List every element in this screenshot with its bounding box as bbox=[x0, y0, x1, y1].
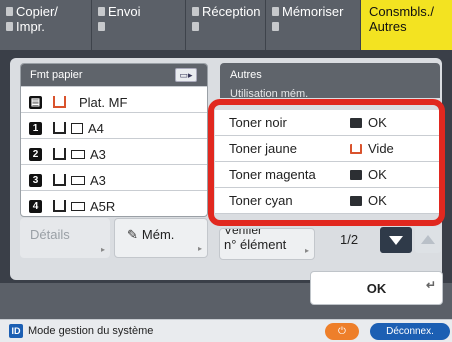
details-label: Détails bbox=[30, 227, 70, 242]
tray-icon bbox=[53, 174, 66, 186]
logout-label: Déconnex. bbox=[386, 326, 434, 337]
paper-format-title: Fmt papier bbox=[30, 69, 83, 81]
tab-indicator bbox=[192, 7, 199, 16]
tab-label: Autres bbox=[369, 19, 407, 34]
tab-indicator bbox=[272, 7, 279, 16]
tab-label: Impr. bbox=[16, 19, 45, 34]
memory-usage-label: Utilisation mém. bbox=[230, 88, 309, 98]
pen-icon: ✎ bbox=[127, 227, 138, 242]
tab-indicator bbox=[6, 22, 13, 31]
tab-label: Envoi bbox=[108, 4, 141, 19]
details-button[interactable]: Détails ▸ bbox=[20, 218, 110, 258]
tray-icon bbox=[53, 148, 66, 160]
status-bar: ID Mode gestion du système ⏻ Déconnex. bbox=[0, 319, 452, 342]
corner-arrow-icon: ▸ bbox=[304, 246, 309, 255]
paper-row-tray-1[interactable]: 1 A4 bbox=[21, 112, 207, 138]
portrait-sheet-icon bbox=[71, 122, 83, 134]
verify-label-top: Vérifier bbox=[224, 228, 263, 237]
paper-format-panel: Fmt papier ▭▸ ▤ Plat. MF 1 A4 2 A3 3 A3 … bbox=[20, 63, 208, 217]
corner-arrow-icon: ▸ bbox=[197, 244, 202, 253]
tray-icon bbox=[53, 200, 66, 212]
tray-bypass-icon: ▤ bbox=[29, 95, 42, 109]
corner-arrow-icon: ▸ bbox=[100, 245, 105, 254]
paper-size: A4 bbox=[88, 120, 104, 136]
tab-indicator bbox=[6, 7, 13, 16]
tab-indicator bbox=[98, 22, 105, 31]
paper-format-header: Fmt papier ▭▸ bbox=[21, 64, 207, 86]
others-title: Autres bbox=[230, 69, 262, 81]
verify-item-button[interactable]: Vérifier n° élément ▸ bbox=[219, 228, 315, 260]
tab-indicator bbox=[98, 7, 105, 16]
paper-row-tray-2[interactable]: 2 A3 bbox=[21, 138, 207, 164]
tray-number: 3 bbox=[29, 173, 42, 187]
empty-tray-icon bbox=[53, 96, 66, 108]
landscape-sheet-icon bbox=[71, 201, 85, 211]
toner-highlight-frame bbox=[208, 99, 445, 226]
function-tab-bar: Copier/ Impr. Envoi Réception Mémoriser … bbox=[0, 0, 452, 50]
paper-row-tray-4[interactable]: 4 A5R bbox=[21, 190, 207, 216]
paper-size: A3 bbox=[90, 146, 106, 162]
page-down-button[interactable] bbox=[380, 227, 412, 253]
return-icon: ↵ bbox=[425, 278, 436, 292]
tab-label: Copier/ bbox=[16, 4, 58, 19]
system-mode-label: Mode gestion du système bbox=[28, 325, 154, 337]
memory-button[interactable]: ✎ Mém. ▸ bbox=[114, 218, 208, 258]
landscape-sheet-icon bbox=[71, 149, 85, 159]
tab-consumables-other[interactable]: Consmbls./ Autres bbox=[361, 0, 452, 50]
tab-label: Réception bbox=[202, 4, 261, 19]
expand-icon[interactable]: ▭▸ bbox=[175, 68, 197, 82]
status-monitor-button[interactable]: ⏻ bbox=[325, 323, 359, 340]
ok-button[interactable]: OK ↵ bbox=[310, 271, 443, 305]
memory-label: Mém. bbox=[141, 227, 175, 242]
page-up-button[interactable] bbox=[415, 227, 441, 253]
tab-indicator bbox=[272, 22, 279, 31]
paper-size: Plat. MF bbox=[79, 94, 128, 110]
paper-size: A5R bbox=[90, 198, 116, 214]
tab-send[interactable]: Envoi bbox=[92, 0, 186, 50]
tab-store[interactable]: Mémoriser bbox=[266, 0, 361, 50]
tab-label: Mémoriser bbox=[282, 4, 344, 19]
id-icon: ID bbox=[9, 324, 23, 338]
tray-number: 4 bbox=[29, 199, 42, 213]
verify-label: n° élément bbox=[224, 237, 287, 252]
tray-number: 1 bbox=[29, 121, 42, 135]
tray-number: 2 bbox=[29, 147, 42, 161]
others-header: Autres Utilisation mém. bbox=[220, 63, 440, 98]
tab-label: Consmbls./ bbox=[369, 4, 435, 19]
logout-button[interactable]: Déconnex. bbox=[370, 323, 450, 340]
paper-row-tray-3[interactable]: 3 A3 bbox=[21, 164, 207, 190]
paper-row-multipurpose[interactable]: ▤ Plat. MF bbox=[21, 86, 207, 112]
page-indicator: 1/2 bbox=[340, 232, 359, 247]
paper-size: A3 bbox=[90, 172, 106, 188]
landscape-sheet-icon bbox=[71, 175, 85, 185]
ok-label: OK bbox=[366, 281, 387, 296]
tab-indicator bbox=[192, 22, 199, 31]
tab-receive[interactable]: Réception bbox=[186, 0, 266, 50]
tab-copy-print[interactable]: Copier/ Impr. bbox=[0, 0, 92, 50]
tray-icon bbox=[53, 122, 66, 134]
